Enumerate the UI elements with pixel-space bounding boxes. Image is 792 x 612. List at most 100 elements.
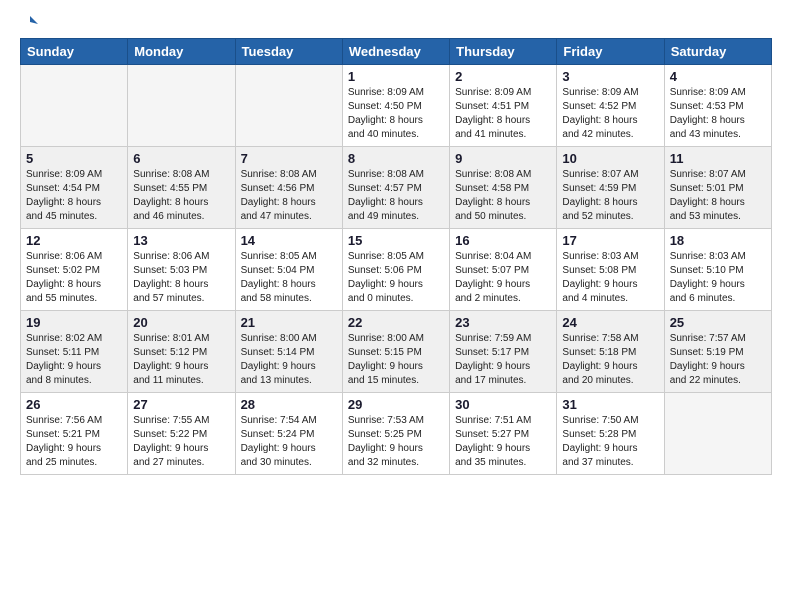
day-info: Sunrise: 8:05 AMSunset: 5:04 PMDaylight:… <box>241 250 337 306</box>
day-number: 20 <box>133 315 229 330</box>
day-number: 21 <box>241 315 337 330</box>
day-number: 28 <box>241 397 337 412</box>
calendar-day-cell <box>128 65 235 147</box>
calendar-day-cell: 30Sunrise: 7:51 AMSunset: 5:27 PMDayligh… <box>450 393 557 475</box>
calendar-week-row: 5Sunrise: 8:09 AMSunset: 4:54 PMDaylight… <box>21 147 772 229</box>
calendar-day-cell: 13Sunrise: 8:06 AMSunset: 5:03 PMDayligh… <box>128 229 235 311</box>
weekday-header-friday: Friday <box>557 39 664 65</box>
day-number: 18 <box>670 233 766 248</box>
calendar-day-cell: 8 Sunrise: 8:08 AMSunset: 4:57 PMDaylight… <box>342 147 449 229</box>
day-info: Sunrise: 8:06 AMSunset: 5:02 PMDaylight:… <box>26 250 122 306</box>
day-number: 17 <box>562 233 658 248</box>
day-info: Sunrise: 8:04 AMSunset: 5:07 PMDaylight:… <box>455 250 551 306</box>
calendar-day-cell: 7 Sunrise: 8:08 AMSunset: 4:56 PMDaylight… <box>235 147 342 229</box>
day-number: 25 <box>670 315 766 330</box>
calendar-day-cell: 12 Sunrise: 8:06 AMSunset: 5:02 PMDayligh… <box>21 229 128 311</box>
day-number: 23 <box>455 315 551 330</box>
calendar-day-cell: 27 Sunrise: 7:55 AMSunset: 5:22 PMDayligh… <box>128 393 235 475</box>
day-info: Sunrise: 8:02 AMSunset: 5:11 PMDaylight:… <box>26 332 122 388</box>
calendar-day-cell: 10Sunrise: 8:07 AMSunset: 4:59 PMDayligh… <box>557 147 664 229</box>
day-info: Sunrise: 8:09 AMSunset: 4:51 PMDaylight:… <box>455 86 551 142</box>
day-info: Sunrise: 8:03 AMSunset: 5:10 PMDaylight:… <box>670 250 766 306</box>
calendar-day-cell: 17 Sunrise: 8:03 AMSunset: 5:08 PMDayligh… <box>557 229 664 311</box>
day-info: Sunrise: 7:54 AMSunset: 5:24 PMDaylight:… <box>241 414 337 470</box>
day-info: Sunrise: 8:08 AMSunset: 4:58 PMDaylight:… <box>455 168 551 224</box>
day-info: Sunrise: 7:59 AMSunset: 5:17 PMDaylight:… <box>455 332 551 388</box>
day-info: Sunrise: 8:00 AMSunset: 5:14 PMDaylight:… <box>241 332 337 388</box>
day-number: 3 <box>562 69 658 84</box>
calendar-day-cell: 1 Sunrise: 8:09 AMSunset: 4:50 PMDaylight… <box>342 65 449 147</box>
calendar-day-cell: 11Sunrise: 8:07 AMSunset: 5:01 PMDayligh… <box>664 147 771 229</box>
day-info: Sunrise: 8:08 AMSunset: 4:56 PMDaylight:… <box>241 168 337 224</box>
day-number: 19 <box>26 315 122 330</box>
day-info: Sunrise: 8:09 AMSunset: 4:50 PMDaylight:… <box>348 86 444 142</box>
calendar-day-cell: 26 Sunrise: 7:56 AMSunset: 5:21 PMDayligh… <box>21 393 128 475</box>
day-number: 4 <box>670 69 766 84</box>
day-number: 6 <box>133 151 229 166</box>
day-number: 12 <box>26 233 122 248</box>
calendar-table: SundayMondayTuesdayWednesdayThursdayFrid… <box>20 38 772 475</box>
day-info: Sunrise: 8:06 AMSunset: 5:03 PMDaylight:… <box>133 250 229 306</box>
calendar-day-cell: 2 Sunrise: 8:09 AMSunset: 4:51 PMDaylight… <box>450 65 557 147</box>
day-info: Sunrise: 8:01 AMSunset: 5:12 PMDaylight:… <box>133 332 229 388</box>
calendar-day-cell: 6 Sunrise: 8:08 AMSunset: 4:55 PMDaylight… <box>128 147 235 229</box>
day-info: Sunrise: 8:05 AMSunset: 5:06 PMDaylight:… <box>348 250 444 306</box>
calendar-day-cell <box>235 65 342 147</box>
calendar-day-cell: 3Sunrise: 8:09 AMSunset: 4:52 PMDaylight… <box>557 65 664 147</box>
calendar-day-cell: 19 Sunrise: 8:02 AMSunset: 5:11 PMDayligh… <box>21 311 128 393</box>
page-header <box>20 16 772 28</box>
calendar-day-cell: 4 Sunrise: 8:09 AMSunset: 4:53 PMDaylight… <box>664 65 771 147</box>
calendar-day-cell: 21 Sunrise: 8:00 AMSunset: 5:14 PMDayligh… <box>235 311 342 393</box>
calendar-day-cell: 5Sunrise: 8:09 AMSunset: 4:54 PMDaylight… <box>21 147 128 229</box>
weekday-header-sunday: Sunday <box>21 39 128 65</box>
weekday-header-tuesday: Tuesday <box>235 39 342 65</box>
calendar-day-cell: 28 Sunrise: 7:54 AMSunset: 5:24 PMDayligh… <box>235 393 342 475</box>
day-number: 2 <box>455 69 551 84</box>
day-number: 7 <box>241 151 337 166</box>
calendar-day-cell: 22Sunrise: 8:00 AMSunset: 5:15 PMDayligh… <box>342 311 449 393</box>
calendar-day-cell <box>21 65 128 147</box>
weekday-header-monday: Monday <box>128 39 235 65</box>
day-number: 26 <box>26 397 122 412</box>
calendar-day-cell: 16 Sunrise: 8:04 AMSunset: 5:07 PMDayligh… <box>450 229 557 311</box>
day-number: 27 <box>133 397 229 412</box>
day-number: 29 <box>348 397 444 412</box>
day-number: 31 <box>562 397 658 412</box>
day-number: 9 <box>455 151 551 166</box>
calendar-day-cell: 18 Sunrise: 8:03 AMSunset: 5:10 PMDayligh… <box>664 229 771 311</box>
calendar-day-cell: 31 Sunrise: 7:50 AMSunset: 5:28 PMDayligh… <box>557 393 664 475</box>
day-info: Sunrise: 7:55 AMSunset: 5:22 PMDaylight:… <box>133 414 229 470</box>
calendar-week-row: 12 Sunrise: 8:06 AMSunset: 5:02 PMDayligh… <box>21 229 772 311</box>
day-info: Sunrise: 7:51 AMSunset: 5:27 PMDaylight:… <box>455 414 551 470</box>
calendar-week-row: 19 Sunrise: 8:02 AMSunset: 5:11 PMDayligh… <box>21 311 772 393</box>
day-number: 15 <box>348 233 444 248</box>
day-info: Sunrise: 8:07 AMSunset: 4:59 PMDaylight:… <box>562 168 658 224</box>
calendar-day-cell: 9 Sunrise: 8:08 AMSunset: 4:58 PMDaylight… <box>450 147 557 229</box>
logo-bird-icon <box>22 14 38 30</box>
day-info: Sunrise: 7:50 AMSunset: 5:28 PMDaylight:… <box>562 414 658 470</box>
weekday-header-thursday: Thursday <box>450 39 557 65</box>
day-number: 14 <box>241 233 337 248</box>
day-number: 24 <box>562 315 658 330</box>
day-info: Sunrise: 8:03 AMSunset: 5:08 PMDaylight:… <box>562 250 658 306</box>
day-info: Sunrise: 8:09 AMSunset: 4:53 PMDaylight:… <box>670 86 766 142</box>
day-number: 8 <box>348 151 444 166</box>
day-info: Sunrise: 8:08 AMSunset: 4:57 PMDaylight:… <box>348 168 444 224</box>
day-info: Sunrise: 7:56 AMSunset: 5:21 PMDaylight:… <box>26 414 122 470</box>
calendar-week-row: 1 Sunrise: 8:09 AMSunset: 4:50 PMDaylight… <box>21 65 772 147</box>
day-number: 16 <box>455 233 551 248</box>
day-info: Sunrise: 8:08 AMSunset: 4:55 PMDaylight:… <box>133 168 229 224</box>
calendar-header-row: SundayMondayTuesdayWednesdayThursdayFrid… <box>21 39 772 65</box>
calendar-day-cell: 24 Sunrise: 7:58 AMSunset: 5:18 PMDayligh… <box>557 311 664 393</box>
day-info: Sunrise: 7:53 AMSunset: 5:25 PMDaylight:… <box>348 414 444 470</box>
day-number: 1 <box>348 69 444 84</box>
calendar-day-cell: 14 Sunrise: 8:05 AMSunset: 5:04 PMDayligh… <box>235 229 342 311</box>
weekday-header-saturday: Saturday <box>664 39 771 65</box>
day-info: Sunrise: 7:57 AMSunset: 5:19 PMDaylight:… <box>670 332 766 388</box>
day-info: Sunrise: 7:58 AMSunset: 5:18 PMDaylight:… <box>562 332 658 388</box>
calendar-day-cell: 25 Sunrise: 7:57 AMSunset: 5:19 PMDayligh… <box>664 311 771 393</box>
weekday-header-wednesday: Wednesday <box>342 39 449 65</box>
day-number: 5 <box>26 151 122 166</box>
calendar-week-row: 26 Sunrise: 7:56 AMSunset: 5:21 PMDayligh… <box>21 393 772 475</box>
calendar-day-cell: 23 Sunrise: 7:59 AMSunset: 5:17 PMDayligh… <box>450 311 557 393</box>
